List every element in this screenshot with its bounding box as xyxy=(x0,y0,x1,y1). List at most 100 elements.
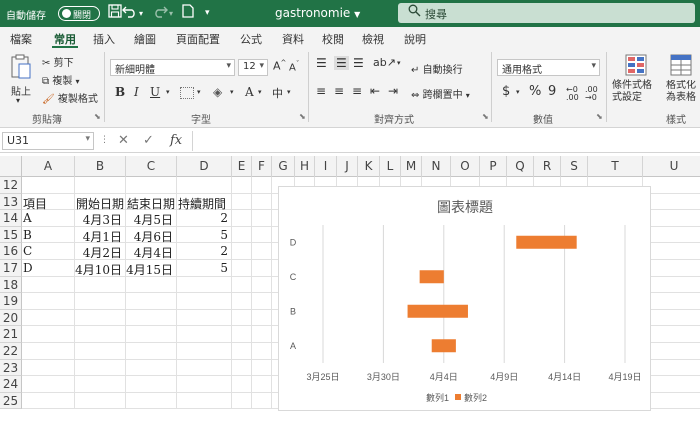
align-bottom-icon[interactable]: ☰ xyxy=(353,56,364,70)
customize-qat-icon[interactable]: ▾ xyxy=(205,8,210,18)
column-header-k[interactable]: K xyxy=(358,156,380,177)
fill-color-icon[interactable]: ◈ xyxy=(213,85,222,99)
align-center-icon[interactable]: ≡ xyxy=(334,84,344,98)
decrease-indent-icon[interactable]: ⇤ xyxy=(370,84,380,98)
table-cell[interactable]: 5 xyxy=(177,228,228,242)
tab-data[interactable]: 資料 xyxy=(282,31,304,47)
table-cell[interactable]: 4月6日 xyxy=(126,228,173,245)
table-cell[interactable]: C xyxy=(23,244,32,258)
row-header-12[interactable]: 12 xyxy=(0,177,22,194)
redo-dropdown-icon[interactable]: ▾ xyxy=(169,9,173,18)
table-cell[interactable]: 4月3日 xyxy=(75,211,122,228)
column-header-t[interactable]: T xyxy=(588,156,643,177)
new-document-icon[interactable] xyxy=(182,4,194,22)
column-header-j[interactable]: J xyxy=(337,156,358,177)
tab-review[interactable]: 校閱 xyxy=(322,31,344,47)
number-format-dropdown[interactable]: 通用格式 ▾ xyxy=(497,59,600,76)
table-cell[interactable]: B xyxy=(23,228,32,242)
column-header-a[interactable]: A xyxy=(22,156,75,177)
align-top-icon[interactable]: ☰ xyxy=(316,56,327,70)
currency-dropdown-icon[interactable]: ▾ xyxy=(516,88,520,96)
table-header-cell[interactable]: 項目 xyxy=(23,195,47,212)
underline-dropdown-icon[interactable]: ▾ xyxy=(166,88,170,96)
column-header-e[interactable]: E xyxy=(232,156,252,177)
table-cell[interactable]: 4月4日 xyxy=(126,244,173,261)
table-cell[interactable]: 4月10日 xyxy=(75,261,122,278)
table-cell[interactable]: 4月2日 xyxy=(75,244,122,261)
decrease-decimal-icon[interactable]: .00 →0 xyxy=(585,86,598,102)
row-header-13[interactable]: 13 xyxy=(0,193,22,211)
italic-icon[interactable]: I xyxy=(134,85,139,99)
formula-input[interactable] xyxy=(198,133,694,149)
cut-button[interactable]: ✂ 剪下 xyxy=(42,54,74,69)
borders-dropdown-icon[interactable]: ▾ xyxy=(197,88,201,96)
row-header-18[interactable]: 18 xyxy=(0,276,22,294)
bold-icon[interactable]: B xyxy=(115,85,125,99)
formula-bar-options-icon[interactable]: ⋮ xyxy=(100,135,109,145)
comma-style-icon[interactable]: 9 xyxy=(548,84,556,99)
tab-help[interactable]: 說明 xyxy=(404,31,426,47)
align-middle-icon[interactable]: ☰ xyxy=(334,56,349,70)
tab-view[interactable]: 檢視 xyxy=(362,31,384,47)
phonetic-dropdown-icon[interactable]: ▾ xyxy=(287,88,291,96)
increase-decimal-icon[interactable]: ←0.00 xyxy=(566,86,579,102)
table-header-cell[interactable]: 開始日期 xyxy=(76,195,124,212)
font-launcher-icon[interactable]: ⬊ xyxy=(299,112,306,121)
column-header-u[interactable]: U xyxy=(643,156,700,177)
increase-font-size-icon[interactable]: A^ xyxy=(273,59,286,73)
redo-icon[interactable] xyxy=(152,4,168,22)
search-box[interactable]: 搜尋 xyxy=(398,3,695,23)
save-icon[interactable] xyxy=(108,4,122,22)
tab-page-layout[interactable]: 頁面配置 xyxy=(176,31,220,47)
wrap-text-button[interactable]: ↵ 自動換行 xyxy=(411,61,463,76)
column-header-h[interactable]: H xyxy=(295,156,315,177)
font-color-dropdown-icon[interactable]: ▾ xyxy=(258,88,262,96)
column-header-i[interactable]: I xyxy=(315,156,337,177)
currency-icon[interactable]: $ xyxy=(502,84,510,99)
phonetic-icon[interactable]: 中 xyxy=(272,85,283,101)
row-header-17[interactable]: 17 xyxy=(0,260,22,277)
tab-draw[interactable]: 繪圖 xyxy=(134,31,156,47)
row-header-24[interactable]: 24 xyxy=(0,376,22,393)
merge-center-button[interactable]: ⇔ 跨欄置中 ▾ xyxy=(411,86,470,101)
row-header-20[interactable]: 20 xyxy=(0,309,22,327)
format-as-table-button[interactable] xyxy=(666,54,696,79)
column-header-o[interactable]: O xyxy=(451,156,480,177)
enter-icon[interactable]: ✓ xyxy=(143,133,154,148)
column-header-g[interactable]: G xyxy=(272,156,295,177)
table-header-cell[interactable]: 持續期間 xyxy=(178,195,226,212)
font-color-icon[interactable]: A xyxy=(245,85,254,99)
undo-dropdown-icon[interactable]: ▾ xyxy=(139,9,143,18)
paste-dropdown-icon[interactable]: ▾ xyxy=(16,96,20,105)
fill-color-dropdown-icon[interactable]: ▾ xyxy=(230,88,234,96)
percent-icon[interactable]: % xyxy=(529,84,541,99)
table-cell[interactable]: D xyxy=(23,261,33,275)
row-header-16[interactable]: 16 xyxy=(0,243,22,260)
insert-function-icon[interactable]: fx xyxy=(170,133,182,148)
name-box[interactable]: U31 ▾ xyxy=(2,132,94,150)
decrease-font-size-icon[interactable]: Aˇ xyxy=(289,60,299,73)
column-header-s[interactable]: S xyxy=(561,156,588,177)
column-header-b[interactable]: B xyxy=(75,156,126,177)
align-left-icon[interactable]: ≡ xyxy=(316,84,326,98)
column-header-q[interactable]: Q xyxy=(507,156,534,177)
row-header-23[interactable]: 23 xyxy=(0,359,22,377)
row-header-22[interactable]: 22 xyxy=(0,343,22,360)
underline-icon[interactable]: U xyxy=(150,85,160,99)
font-size-dropdown[interactable]: 12 ▾ xyxy=(238,59,268,76)
tab-home[interactable]: 常用 xyxy=(54,31,76,47)
table-cell[interactable]: 2 xyxy=(177,211,228,225)
tab-file[interactable]: 檔案 xyxy=(10,31,32,47)
column-header-l[interactable]: L xyxy=(380,156,401,177)
column-header-f[interactable]: F xyxy=(252,156,272,177)
tab-formulas[interactable]: 公式 xyxy=(240,31,262,47)
select-all-corner[interactable] xyxy=(0,156,22,177)
conditional-formatting-button[interactable] xyxy=(612,54,660,79)
table-cell[interactable]: 4月15日 xyxy=(126,261,173,278)
table-cell[interactable]: 4月1日 xyxy=(75,228,122,245)
row-header-15[interactable]: 15 xyxy=(0,226,22,244)
align-right-icon[interactable]: ≡ xyxy=(352,84,362,98)
table-header-cell[interactable]: 結束日期 xyxy=(127,195,175,212)
increase-indent-icon[interactable]: ⇥ xyxy=(388,84,398,98)
orientation-dropdown-icon[interactable]: ▾ xyxy=(397,59,401,67)
